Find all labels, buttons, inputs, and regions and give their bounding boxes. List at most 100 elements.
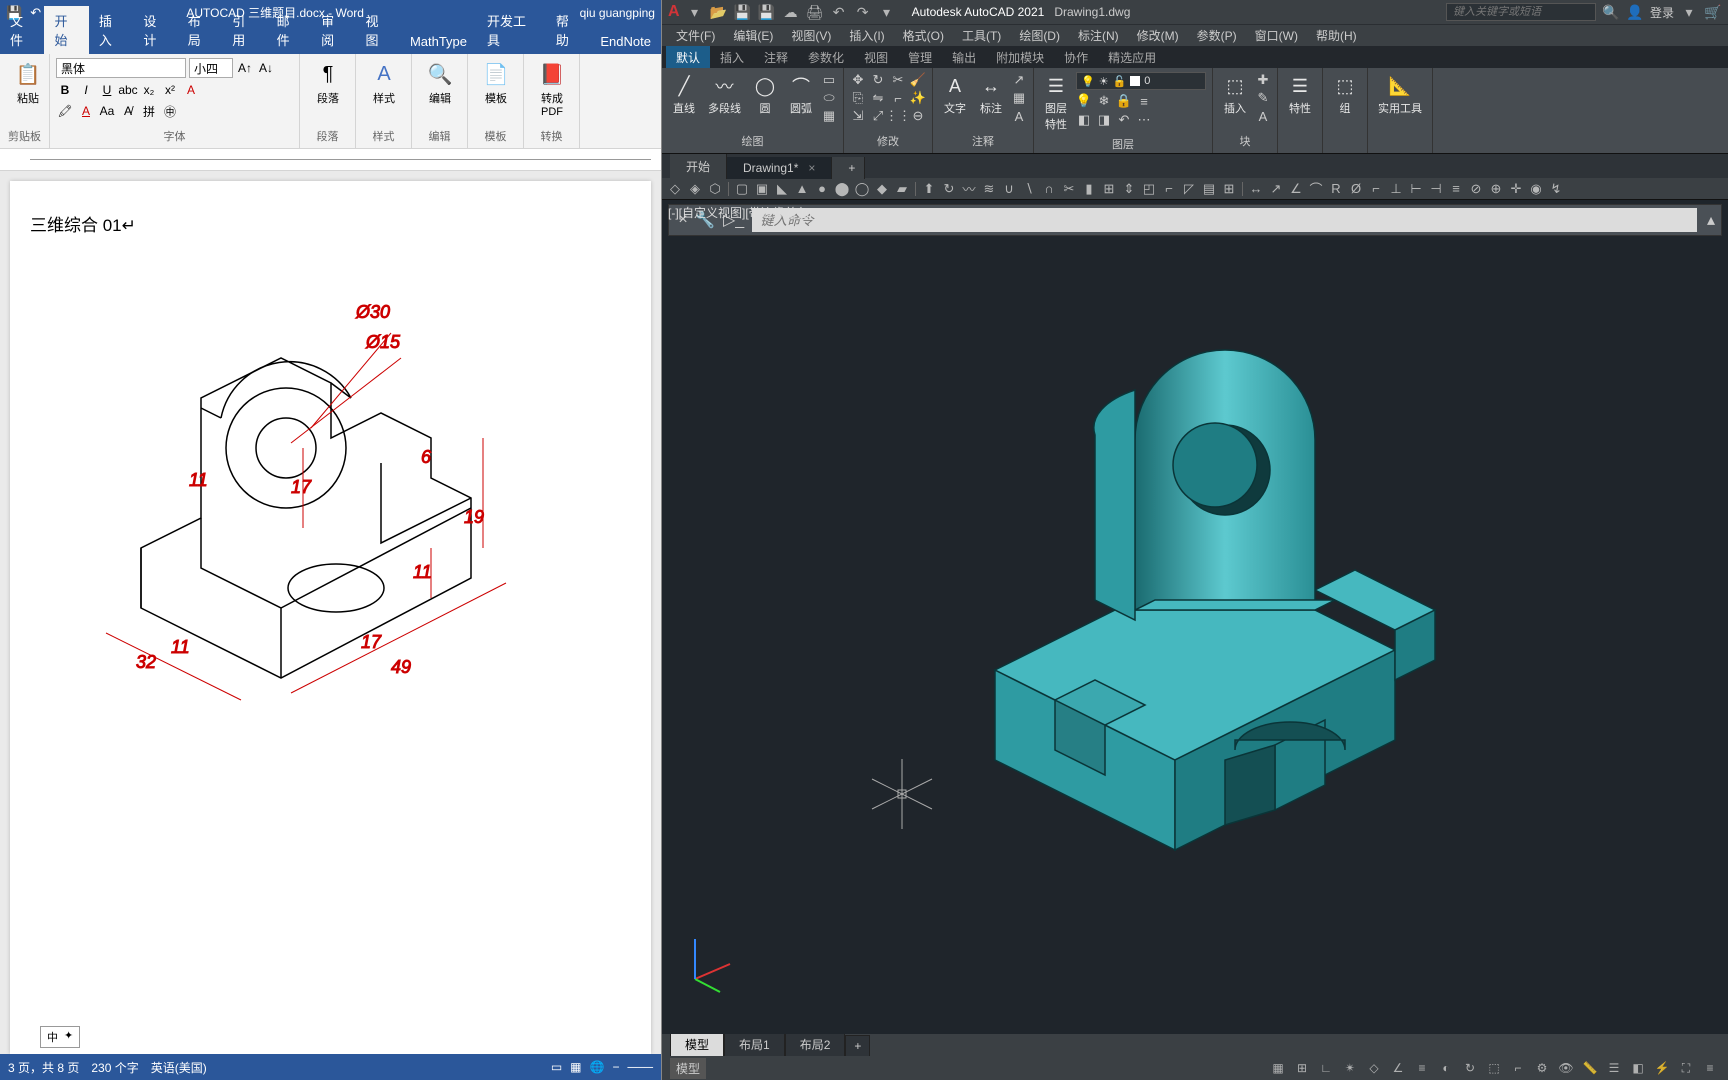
add-layout-button[interactable]: + xyxy=(845,1035,870,1056)
ortho-icon[interactable]: ∟ xyxy=(1316,1058,1336,1078)
command-input[interactable] xyxy=(752,208,1697,232)
layer-lock-icon[interactable]: 🔒 xyxy=(1116,93,1132,109)
tab-design[interactable]: 设计 xyxy=(133,6,177,54)
user-icon[interactable]: 👤 xyxy=(1626,3,1644,21)
tab-insert[interactable]: 插入 xyxy=(89,6,133,54)
intersect-icon[interactable]: ∩ xyxy=(1040,180,1058,198)
menu-insert[interactable]: 插入(I) xyxy=(841,25,892,46)
attr-icon[interactable]: A xyxy=(1255,108,1271,124)
loft-icon[interactable]: ≋ xyxy=(980,180,998,198)
underline-button[interactable]: U xyxy=(98,81,116,99)
cart-icon[interactable]: 🛒 xyxy=(1704,3,1722,21)
paste-button[interactable]: 📋粘贴 xyxy=(6,58,50,108)
dim-continue-icon[interactable]: ⊣ xyxy=(1427,180,1445,198)
offset-icon[interactable]: ⊖ xyxy=(910,108,926,124)
highlight-icon[interactable]: 🖍 xyxy=(56,102,74,120)
explode-icon[interactable]: ✨ xyxy=(910,90,926,106)
centermark-icon[interactable]: ✛ xyxy=(1507,180,1525,198)
cleanscreen-icon[interactable]: ⛶ xyxy=(1676,1058,1696,1078)
polar-icon[interactable]: ✴ xyxy=(1340,1058,1360,1078)
leader-icon[interactable]: ↗ xyxy=(1011,72,1027,88)
cmd-expand-icon[interactable]: ▴ xyxy=(1707,210,1715,230)
torus-icon[interactable]: ◯ xyxy=(853,180,871,198)
dim-jog-icon[interactable]: ⌐ xyxy=(1367,180,1385,198)
template-button[interactable]: 📄模板 xyxy=(474,58,518,108)
italic-button[interactable]: I xyxy=(77,81,95,99)
jogged-icon[interactable]: ↯ xyxy=(1547,180,1565,198)
stretch-icon[interactable]: ⇲ xyxy=(850,108,866,124)
font-name-select[interactable]: 黑体 xyxy=(56,58,186,78)
face-icon[interactable]: ◇ xyxy=(666,180,684,198)
insert-block-button[interactable]: ⬚插入 xyxy=(1219,72,1251,118)
sweep-icon[interactable]: 〰 xyxy=(960,180,978,198)
search-icon[interactable]: 🔍 xyxy=(1602,3,1620,21)
section-icon[interactable]: ▤ xyxy=(1200,180,1218,198)
model-tab[interactable]: 模型 xyxy=(670,1032,724,1056)
shell-icon[interactable]: ◰ xyxy=(1140,180,1158,198)
bold-button[interactable]: B xyxy=(56,81,74,99)
pdf-button[interactable]: 📕转成 PDF xyxy=(530,58,574,120)
text-effect-icon[interactable]: A xyxy=(182,81,200,99)
inspect-icon[interactable]: ◉ xyxy=(1527,180,1545,198)
layer-iso-icon[interactable]: ◧ xyxy=(1076,112,1092,128)
circle-button[interactable]: ◯圆 xyxy=(749,72,781,118)
grow-font-icon[interactable]: A↑ xyxy=(236,59,254,77)
vertex-icon[interactable]: ⬡ xyxy=(706,180,724,198)
rtab-featured[interactable]: 精选应用 xyxy=(1098,46,1166,69)
zoom-slider[interactable]: ─── xyxy=(627,1060,653,1074)
dim-linear-icon[interactable]: ↔ xyxy=(1247,180,1265,198)
polysolid-icon[interactable]: ▰ xyxy=(893,180,911,198)
word-document-area[interactable]: 三维综合 01↵ xyxy=(0,171,661,1054)
layout2-tab[interactable]: 布局2 xyxy=(785,1032,846,1056)
trim-icon[interactable]: ✂ xyxy=(890,72,906,88)
rtab-insert[interactable]: 插入 xyxy=(710,46,754,69)
grid-icon[interactable]: ▦ xyxy=(1268,1058,1288,1078)
menu-window[interactable]: 窗口(W) xyxy=(1247,25,1306,46)
thicken-icon[interactable]: ▮ xyxy=(1080,180,1098,198)
viewport[interactable]: [-][自定义视图][带边缘着色] xyxy=(662,200,1728,1034)
word-count[interactable]: 230 个字 xyxy=(91,1059,138,1076)
dim-angular-icon[interactable]: ∠ xyxy=(1287,180,1305,198)
cylinder-icon[interactable]: ⬤ xyxy=(833,180,851,198)
tab-view[interactable]: 视图 xyxy=(356,6,400,54)
print-layout-icon[interactable]: ▦ xyxy=(570,1060,581,1074)
phonetic-icon[interactable]: 拼 xyxy=(140,102,158,120)
tab-endnote[interactable]: EndNote xyxy=(590,29,661,54)
3dosnap-icon[interactable]: ⬚ xyxy=(1484,1058,1504,1078)
transparency-icon[interactable]: ◐ xyxy=(1436,1058,1456,1078)
rtab-annotate[interactable]: 注释 xyxy=(754,46,798,69)
isolate-icon[interactable]: ◧ xyxy=(1628,1058,1648,1078)
hatch-icon[interactable]: ▦ xyxy=(821,108,837,124)
extrude-icon[interactable]: ⬆ xyxy=(920,180,938,198)
erase-icon[interactable]: 🧹 xyxy=(910,72,926,88)
slice-icon[interactable]: ✂ xyxy=(1060,180,1078,198)
fillet-icon[interactable]: ⌐ xyxy=(890,90,906,106)
page-count[interactable]: 3 页，共 8 页 xyxy=(8,1059,79,1076)
rtab-parametric[interactable]: 参数化 xyxy=(798,46,854,69)
subtract-icon[interactable]: ∖ xyxy=(1020,180,1038,198)
hardware-icon[interactable]: ⚡ xyxy=(1652,1058,1672,1078)
dim-baseline-icon[interactable]: ⊢ xyxy=(1407,180,1425,198)
more-icon[interactable]: ▾ xyxy=(1680,3,1698,21)
customize-icon[interactable]: ≡ xyxy=(1700,1058,1720,1078)
layout1-tab[interactable]: 布局1 xyxy=(724,1032,785,1056)
mtext-icon[interactable]: A xyxy=(1011,108,1027,124)
arc-button[interactable]: ⌒圆弧 xyxy=(785,72,817,118)
layer-props-button[interactable]: ☰图层 特性 xyxy=(1040,72,1072,134)
user-name[interactable]: qiu guangping xyxy=(580,6,655,20)
dim-aligned-icon[interactable]: ↗ xyxy=(1267,180,1285,198)
dim-break-icon[interactable]: ⊘ xyxy=(1467,180,1485,198)
dim-arc-icon[interactable]: ⌒ xyxy=(1307,180,1325,198)
rtab-collab[interactable]: 协作 xyxy=(1054,46,1098,69)
revolve-icon[interactable]: ↻ xyxy=(940,180,958,198)
polyline-button[interactable]: 〰多段线 xyxy=(704,72,745,118)
create-block-icon[interactable]: ✚ xyxy=(1255,72,1271,88)
copy-icon[interactable]: ⎘ xyxy=(850,90,866,106)
dim-radius-icon[interactable]: R xyxy=(1327,180,1345,198)
paragraph-button[interactable]: ¶段落 xyxy=(306,58,350,108)
tab-mathtype[interactable]: MathType xyxy=(400,29,477,54)
saveas-icon[interactable]: 💾 xyxy=(758,3,776,21)
sphere-icon[interactable]: ● xyxy=(813,180,831,198)
layer-freeze-icon[interactable]: ❄ xyxy=(1096,93,1112,109)
util-button[interactable]: 📐实用工具 xyxy=(1374,72,1426,118)
